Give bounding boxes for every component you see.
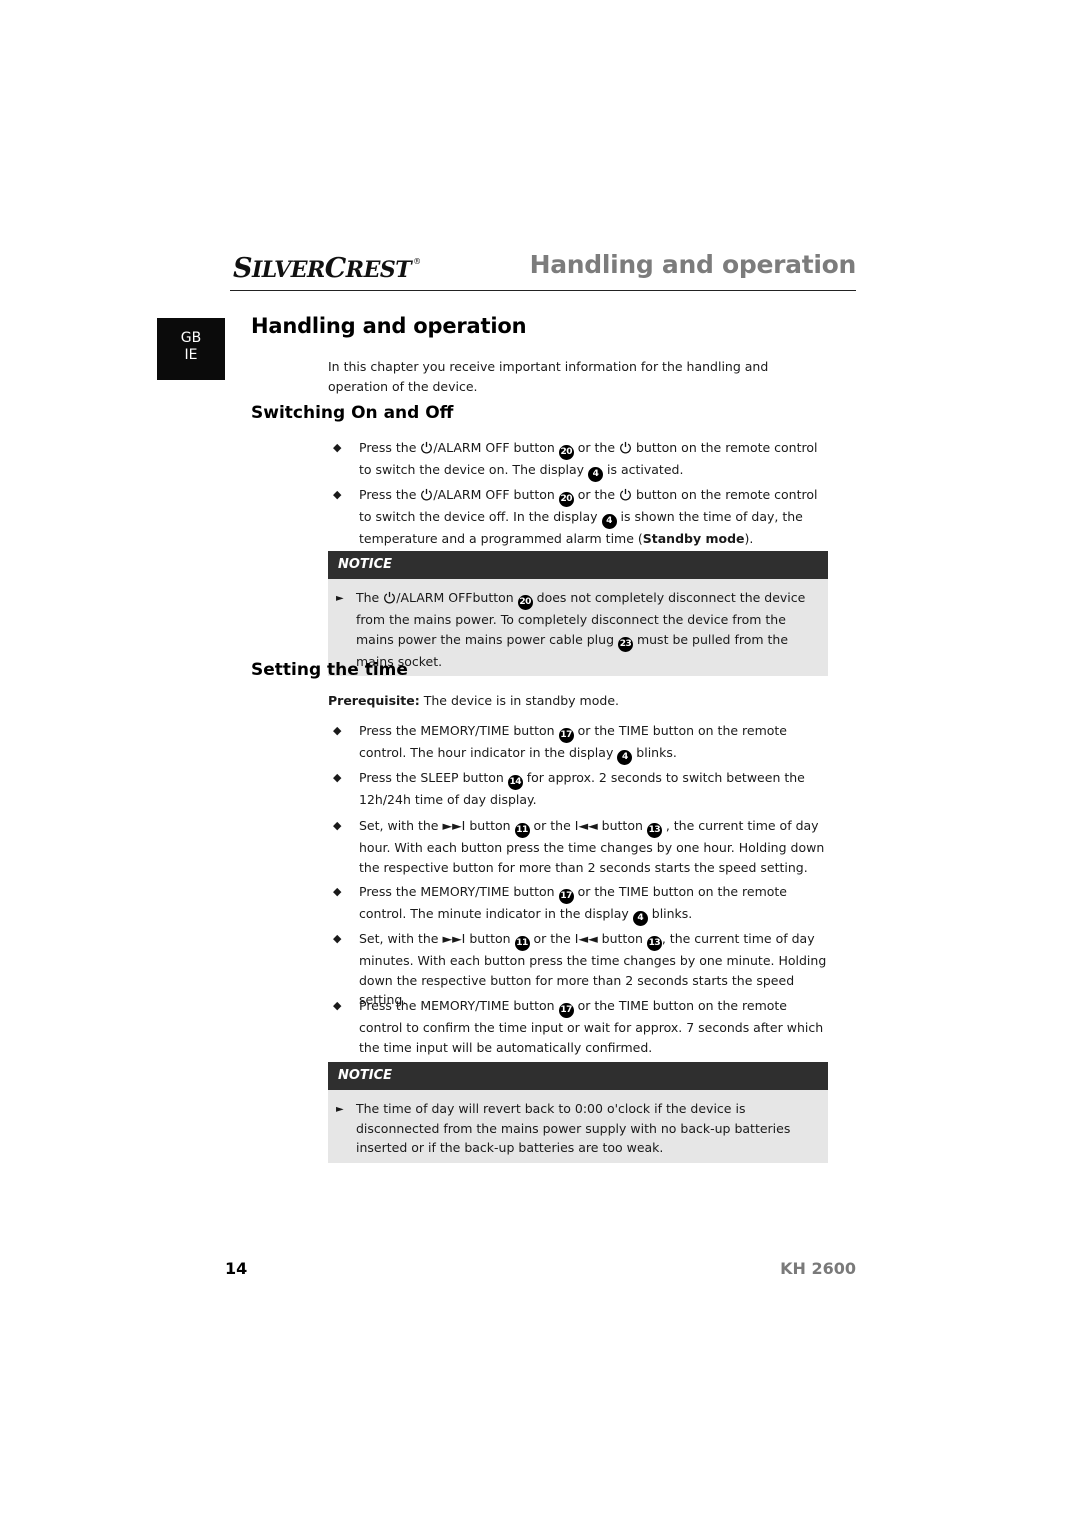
logo-part: S bbox=[233, 253, 253, 284]
registered-mark: ® bbox=[413, 257, 421, 266]
diamond-bullet-icon: ◆ bbox=[333, 441, 342, 454]
silvercrest-logo: SILVERCREST ® bbox=[233, 253, 421, 284]
power-icon bbox=[619, 488, 632, 501]
list-item: ◆ Press the MEMORY/TIME button 17 or the… bbox=[333, 721, 828, 765]
diamond-bullet-icon: ◆ bbox=[333, 724, 342, 737]
callout-number: 13 bbox=[646, 823, 662, 838]
callout-number: 4 bbox=[617, 750, 633, 765]
logo-part: REST bbox=[345, 257, 412, 283]
callout-number: 17 bbox=[558, 728, 574, 743]
page-header: SILVERCREST ® Handling and operation bbox=[230, 250, 856, 291]
model-number: KH 2600 bbox=[780, 1259, 856, 1278]
diamond-bullet-icon: ◆ bbox=[333, 885, 342, 898]
power-icon bbox=[420, 488, 433, 501]
diamond-bullet-icon: ◆ bbox=[333, 771, 342, 784]
callout-number: 17 bbox=[558, 889, 574, 904]
logo-part: ILVER bbox=[252, 257, 325, 283]
notice-label: NOTICE bbox=[328, 551, 828, 579]
language-tab: GB IE bbox=[157, 318, 225, 380]
diamond-bullet-icon: ◆ bbox=[333, 932, 342, 945]
page-number: 14 bbox=[225, 1259, 248, 1278]
callout-number: 20 bbox=[517, 595, 533, 610]
callout-number: 11 bbox=[514, 823, 530, 838]
callout-number: 4 bbox=[601, 514, 617, 529]
callout-number: 11 bbox=[514, 936, 530, 951]
setting-time-heading: Setting the time bbox=[251, 660, 408, 680]
callout-number: 20 bbox=[558, 445, 574, 460]
notice-box: NOTICE ► The time of day will revert bac… bbox=[328, 1062, 828, 1163]
list-item: ◆ Press the /ALARM OFF button 20 or the … bbox=[333, 438, 828, 482]
power-icon bbox=[619, 441, 632, 454]
list-item: ◆ Press the MEMORY/TIME button 17 or the… bbox=[333, 882, 828, 926]
notice-text: ► The time of day will revert back to 0:… bbox=[336, 1101, 791, 1156]
logo-part: C bbox=[324, 253, 347, 284]
diamond-bullet-icon: ◆ bbox=[333, 999, 342, 1012]
list-item: ◆ Press the /ALARM OFF button 20 or the … bbox=[333, 487, 818, 546]
triangle-right-icon: ► bbox=[336, 1104, 344, 1115]
callout-number: 20 bbox=[558, 492, 574, 507]
list-item: ◆ Press the MEMORY/TIME button 17 or the… bbox=[333, 998, 824, 1055]
list-item: ◆ Set, with the ►►I button 11 or the I◄◄… bbox=[333, 818, 825, 875]
lang-gb: GB bbox=[180, 330, 202, 346]
header-section-title: Handling and operation bbox=[529, 250, 857, 279]
diamond-bullet-icon: ◆ bbox=[333, 488, 342, 501]
power-icon bbox=[383, 591, 396, 604]
callout-number: 13 bbox=[646, 936, 662, 951]
list-item: ◆ Press the SLEEP button 14 for approx. … bbox=[333, 770, 805, 807]
switching-heading: Switching On and Off bbox=[251, 403, 454, 423]
chapter-title: Handling and operation bbox=[251, 314, 527, 338]
lang-ie: IE bbox=[184, 347, 198, 363]
callout-number: 4 bbox=[588, 467, 604, 482]
notice-box: NOTICE ► The /ALARM OFFbutton 20 does no… bbox=[328, 551, 828, 677]
chapter-intro: In this chapter you receive important in… bbox=[328, 359, 769, 394]
callout-number: 4 bbox=[632, 911, 648, 926]
diamond-bullet-icon: ◆ bbox=[333, 819, 342, 832]
prerequisite: Prerequisite: The device is in standby m… bbox=[328, 693, 619, 708]
callout-number: 14 bbox=[507, 775, 523, 790]
power-icon bbox=[420, 441, 433, 454]
notice-label: NOTICE bbox=[328, 1062, 828, 1090]
callout-number: 23 bbox=[617, 636, 633, 652]
callout-number: 17 bbox=[558, 1003, 574, 1018]
triangle-right-icon: ► bbox=[336, 593, 344, 604]
